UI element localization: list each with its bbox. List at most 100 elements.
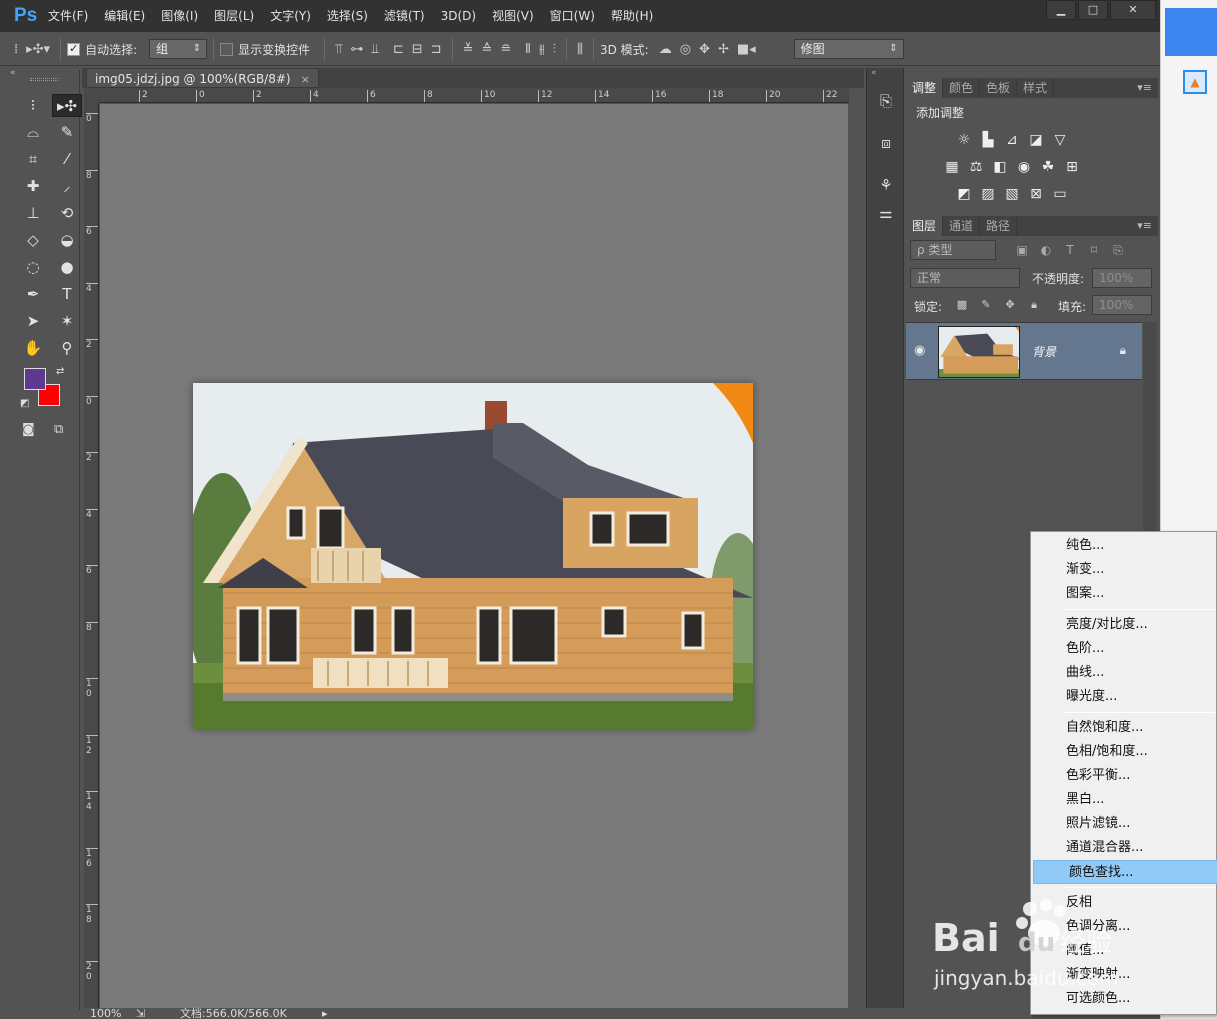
3d-camera-icon[interactable]: ■◂ <box>737 42 756 57</box>
lasso-tool-icon[interactable]: ⌓ <box>18 121 48 144</box>
photo-filter-icon[interactable]: ◉ <box>1012 157 1036 177</box>
lock-transparent-icon[interactable]: ▩ <box>950 295 974 315</box>
align-top-icon[interactable]: ⫪ <box>335 42 342 57</box>
default-colors-icon[interactable]: ◩ <box>20 398 29 409</box>
context-menu-item[interactable]: 纯色... <box>1031 534 1216 558</box>
menu-item[interactable]: 滤镜(T) <box>376 0 433 32</box>
context-menu-item[interactable]: 通道混合器... <box>1031 836 1216 860</box>
align-right-icon[interactable]: ⊐ <box>431 42 442 57</box>
context-menu-item[interactable]: 亮度/对比度... <box>1031 613 1216 637</box>
layer-filter-dropdown[interactable]: ρ 类型 <box>910 240 996 260</box>
foreground-color-swatch[interactable] <box>24 368 46 390</box>
context-menu-item[interactable]: 黑白... <box>1031 788 1216 812</box>
menu-item[interactable]: 帮助(H) <box>603 0 661 32</box>
stamp-tool-icon[interactable]: ⊥ <box>18 202 48 225</box>
context-menu-item[interactable]: 渐变映射... <box>1031 963 1216 987</box>
tab-layers[interactable]: 图层 <box>906 216 944 236</box>
distribute-top-icon[interactable]: ≚ <box>463 42 474 57</box>
gradient-map-icon[interactable]: ⊠ <box>1024 184 1048 204</box>
eraser-tool-icon[interactable]: ◇ <box>18 229 48 252</box>
black-white-icon[interactable]: ◧ <box>988 157 1012 177</box>
close-tab-icon[interactable]: × <box>301 73 310 86</box>
filter-adjust-icon[interactable]: ◐ <box>1034 240 1058 260</box>
color-lookup-icon[interactable]: ⊞ <box>1060 157 1084 177</box>
context-menu-item[interactable]: 颜色查找... <box>1033 860 1217 884</box>
tab-styles[interactable]: 样式 <box>1017 78 1055 98</box>
paint-bucket-tool-icon[interactable]: ◒ <box>52 229 82 252</box>
layer-row-background[interactable]: ◉ 背景 🔒︎ <box>906 322 1142 380</box>
fill-field[interactable]: 100% <box>1092 295 1152 315</box>
align-hcenter-icon[interactable]: ⊟ <box>412 42 423 57</box>
channel-mixer-icon[interactable]: ☘ <box>1036 157 1060 177</box>
align-bottom-icon[interactable]: ⫫ <box>372 42 379 57</box>
context-menu-item[interactable]: 渐变... <box>1031 558 1216 582</box>
collapse-toolbox-icon[interactable]: « <box>10 68 16 78</box>
auto-align-icon[interactable]: ⫼ <box>577 42 583 57</box>
filter-shape-icon[interactable]: ⌑ <box>1082 240 1106 260</box>
eye-visibility-icon[interactable]: ◉ <box>914 343 925 358</box>
tab-color[interactable]: 颜色 <box>943 78 981 98</box>
context-menu-item[interactable]: 色调分离... <box>1031 915 1216 939</box>
distribute-left-icon[interactable]: ⫴ <box>525 42 530 57</box>
3d-rotate-icon[interactable]: ☁ <box>659 42 672 57</box>
context-menu-item[interactable]: 反相 <box>1031 891 1216 915</box>
distribute-right-icon[interactable]: ⫶ <box>553 42 556 57</box>
context-menu-item[interactable]: 色相/饱和度... <box>1031 740 1216 764</box>
eyedropper-tool-icon[interactable]: ⁄ <box>52 148 82 171</box>
minimize-button[interactable]: ▁ <box>1046 0 1076 20</box>
align-left-icon[interactable]: ⊏ <box>393 42 404 57</box>
house-photo[interactable] <box>193 383 753 729</box>
brushes-panel-icon[interactable]: ⚘ <box>875 174 897 196</box>
threshold-icon[interactable]: ▧ <box>1000 184 1024 204</box>
history-panel-icon[interactable]: ⎘ <box>875 90 897 112</box>
panel-menu-icon[interactable]: ▾≡ <box>1137 78 1152 98</box>
tab-channels[interactable]: 通道 <box>943 216 981 236</box>
layer-name[interactable]: 背景 <box>1032 343 1056 360</box>
zoom-level[interactable]: 100% <box>90 1008 121 1019</box>
healing-brush-tool-icon[interactable]: ✚ <box>18 175 48 198</box>
marquee-grip-icon[interactable]: ⁝ <box>18 94 48 117</box>
crop-tool-icon[interactable]: ⌗ <box>18 148 48 171</box>
brightness-icon[interactable]: ☼ <box>952 130 976 150</box>
menu-item[interactable]: 视图(V) <box>484 0 542 32</box>
zoom-tool-icon[interactable]: ⚲ <box>52 337 82 360</box>
menu-item[interactable]: 图像(I) <box>153 0 206 32</box>
context-menu-item[interactable]: 可选颜色... <box>1031 987 1216 1011</box>
3d-slide-icon[interactable]: ✢ <box>718 42 729 57</box>
color-balance-icon[interactable]: ⚖ <box>964 157 988 177</box>
exposure-icon[interactable]: ◪ <box>1024 130 1048 150</box>
lock-all-icon[interactable]: 🔒︎ <box>1022 295 1046 315</box>
tab-adjustments[interactable]: 调整 <box>906 78 944 98</box>
levels-icon[interactable]: ▙ <box>976 130 1000 150</box>
context-menu-item[interactable]: 色阶... <box>1031 637 1216 661</box>
blur-tool-icon[interactable]: ◌ <box>18 256 48 279</box>
auto-select-dropdown[interactable]: 组 <box>149 39 208 59</box>
context-menu-item[interactable]: 曝光度... <box>1031 685 1216 709</box>
menu-item[interactable]: 3D(D) <box>433 0 484 32</box>
type-tool-icon[interactable]: T <box>52 283 82 306</box>
menu-item[interactable]: 文件(F) <box>40 0 96 32</box>
3d-drag-icon[interactable]: ✥ <box>699 42 710 57</box>
pen-tool-icon[interactable]: ✒ <box>18 283 48 306</box>
maximize-button[interactable]: □ <box>1078 0 1108 20</box>
context-menu-item[interactable]: 图案... <box>1031 582 1216 606</box>
menu-item[interactable]: 窗口(W) <box>542 0 603 32</box>
document-tab[interactable]: img05.jdzj.jpg @ 100%(RGB/8#) × <box>86 68 319 88</box>
3d-roll-icon[interactable]: ◎ <box>680 42 691 57</box>
collapse-strip-icon[interactable]: « <box>871 68 877 78</box>
vibrance-icon[interactable]: ▽ <box>1048 130 1072 150</box>
path-select-tool-icon[interactable]: ➤ <box>18 310 48 333</box>
distribute-hcenter-icon[interactable]: ⫵ <box>539 42 545 57</box>
menu-item[interactable]: 选择(S) <box>319 0 376 32</box>
context-menu-item[interactable]: 照片滤镜... <box>1031 812 1216 836</box>
quick-select-tool-icon[interactable]: ✎ <box>52 121 82 144</box>
canvas-area[interactable] <box>100 104 848 1009</box>
filter-type-icon[interactable]: T <box>1058 240 1082 260</box>
filter-smart-icon[interactable]: ⎘ <box>1106 240 1130 260</box>
context-menu-item[interactable]: 曲线... <box>1031 661 1216 685</box>
swap-colors-icon[interactable]: ⇄ <box>56 366 64 377</box>
filter-pixel-icon[interactable]: ▣ <box>1010 240 1034 260</box>
show-transform-checkbox[interactable] <box>220 42 234 56</box>
workspace-dropdown[interactable]: 修图 <box>793 39 904 59</box>
adjust-panel-icon[interactable]: ⚌ <box>875 202 897 224</box>
